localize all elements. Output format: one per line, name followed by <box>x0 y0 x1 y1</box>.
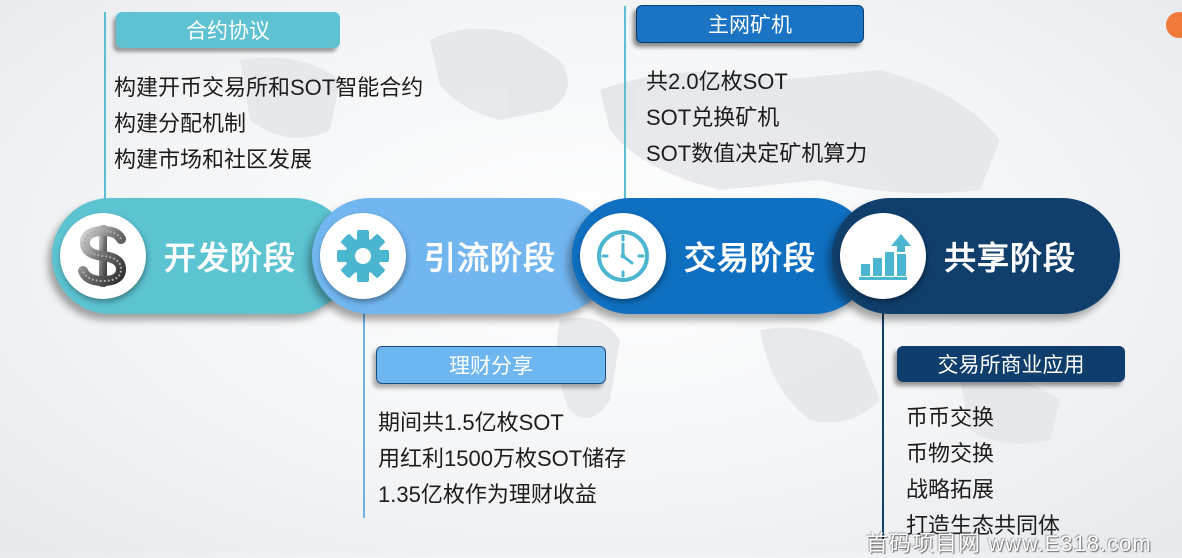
list-item: 构建开币交易所和SOT智能合约 <box>114 75 424 100</box>
list-item: SOT数值决定矿机算力 <box>646 141 868 166</box>
connector-line <box>882 312 884 544</box>
list-item: 战略拓展 <box>906 477 995 502</box>
stage-icon-circle <box>60 213 146 299</box>
stage-label: 引流阶段 <box>424 240 557 276</box>
watermark: 首码项目网 www.E318.com <box>866 531 1152 556</box>
mainnet-miner-title: 主网矿机 <box>636 5 864 43</box>
list-item: 构建分配机制 <box>114 111 247 136</box>
wealth-sharing-title: 理财分享 <box>376 346 606 384</box>
list-item: 构建市场和社区发展 <box>114 147 313 172</box>
stage-label: 共享阶段 <box>944 240 1077 276</box>
exchange-business-title: 交易所商业应用 <box>897 346 1125 382</box>
stage-sharing: 共享阶段 <box>832 198 1120 314</box>
list-item: 期间共1.5亿枚SOT <box>378 410 564 435</box>
mainnet-miner-list: 共2.0亿枚SOT SOT兑换矿机 SOT数值决定矿机算力 <box>646 64 867 172</box>
stage-label: 开发阶段 <box>164 240 297 276</box>
list-item: SOT兑换矿机 <box>646 105 780 130</box>
stage-trading: 交易阶段 <box>572 198 872 314</box>
list-item: 1.35亿枚作为理财收益 <box>378 482 597 507</box>
stage-label: 交易阶段 <box>684 240 817 276</box>
connector-line <box>624 6 626 202</box>
wealth-sharing-list: 期间共1.5亿枚SOT 用红利1500万枚SOT储存 1.35亿枚作为理财收益 <box>378 405 626 513</box>
stage-development: 开发阶段 <box>52 198 352 314</box>
contract-agreement-list: 构建开币交易所和SOT智能合约 构建分配机制 构建市场和社区发展 <box>114 70 423 178</box>
connector-line <box>104 12 106 202</box>
stage-icon-circle <box>580 213 666 299</box>
contract-agreement-title: 合约协议 <box>116 12 340 48</box>
list-item: 币物交换 <box>906 441 995 466</box>
list-item: 币币交换 <box>906 405 995 430</box>
connector-line <box>363 312 365 518</box>
list-item: 共2.0亿枚SOT <box>646 69 788 94</box>
stage-icon-circle <box>840 213 926 299</box>
clock-icon <box>597 230 649 282</box>
list-item: 用红利1500万枚SOT储存 <box>378 446 627 471</box>
growth-chart-icon <box>859 234 911 280</box>
exchange-business-list: 币币交换 币物交换 战略拓展 打造生态共同体 <box>906 400 1060 544</box>
gear-icon <box>337 230 389 282</box>
stage-icon-circle <box>320 213 406 299</box>
dollar-icon <box>78 225 127 287</box>
stage-traffic: 引流阶段 <box>312 198 612 314</box>
